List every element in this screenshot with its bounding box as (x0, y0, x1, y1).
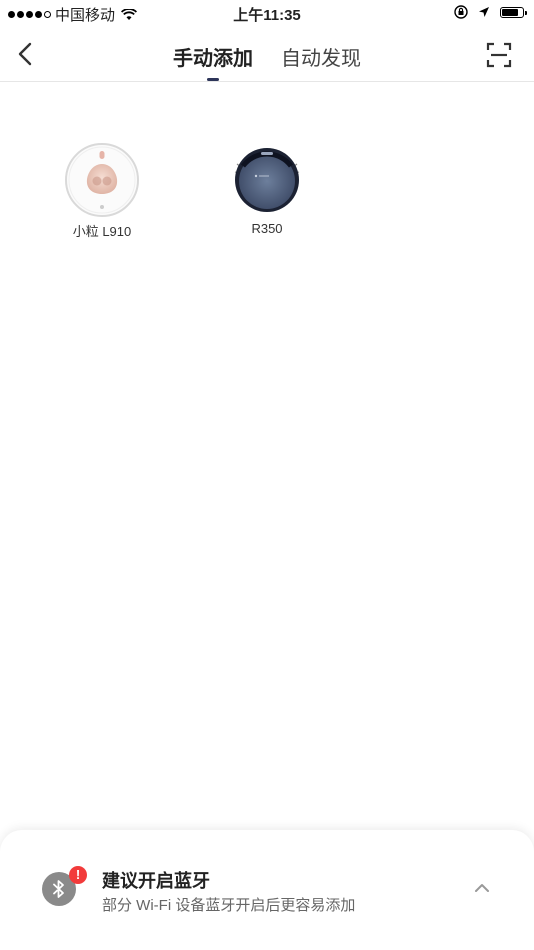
device-item-l910[interactable]: 小粒 L910 (42, 142, 162, 240)
tab-auto-discover[interactable]: 自动发现 (281, 42, 361, 81)
alert-badge: ! (69, 866, 87, 884)
device-item-r350[interactable]: R350 (207, 142, 327, 236)
location-arrow-icon (479, 7, 489, 17)
tab-bar: 手动添加 自动发现 (0, 42, 534, 81)
sheet-subtitle: 部分 Wi-Fi 设备蓝牙开启后更容易添加 (102, 897, 356, 914)
battery-icon (500, 6, 527, 18)
robot-r350-image (229, 142, 305, 218)
status-right (454, 5, 527, 19)
tab-indicator (207, 78, 219, 81)
sheet-title: 建议开启蓝牙 (102, 871, 210, 891)
tab-manual-add[interactable]: 手动添加 (173, 42, 253, 81)
bluetooth-suggestion-sheet[interactable]: ! 建议开启蓝牙 部分 Wi-Fi 设备蓝牙开启后更容易添加 (0, 830, 534, 950)
tab-label: 手动添加 (173, 48, 253, 70)
bluetooth-status: ! (42, 866, 87, 908)
status-bar: 中国移动 上午11:35 (0, 0, 534, 28)
tab-label: 自动发现 (281, 48, 361, 70)
orientation-lock-icon (454, 5, 468, 19)
robot-l910-image (64, 142, 140, 218)
nav-bar: 手动添加 自动发现 (0, 28, 534, 82)
chevron-up-icon[interactable] (474, 883, 490, 893)
scan-icon[interactable] (486, 42, 512, 68)
device-label: 小粒 L910 (72, 224, 132, 239)
device-label: R350 (251, 221, 283, 236)
